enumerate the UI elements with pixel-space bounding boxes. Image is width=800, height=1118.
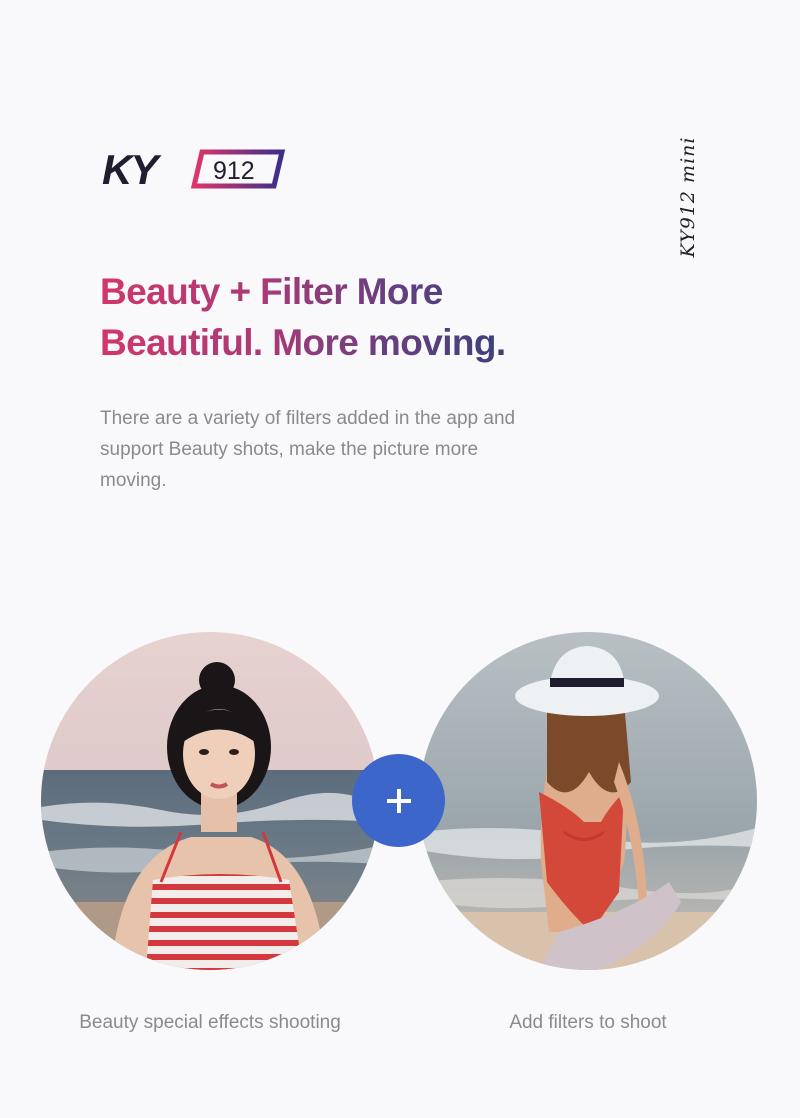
woman-sun-hat-beach-photo [419, 632, 757, 970]
page-headline: Beauty + Filter More Beautiful. More mov… [100, 266, 506, 368]
logo-wordmark: KY [102, 148, 162, 192]
plus-button[interactable] [352, 754, 445, 847]
logo-badge-number: 912 [213, 157, 255, 185]
brand-logo: KY 912 [102, 148, 287, 192]
caption-beauty-effects: Beauty special effects shooting [79, 1012, 341, 1033]
feature-description: There are a variety of filters added in … [100, 408, 516, 491]
plus-icon [386, 788, 411, 813]
caption-add-filters: Add filters to shoot [509, 1012, 667, 1033]
headline-line-2: Beautiful. More moving. [100, 322, 506, 363]
side-model-label: KY912 mini [677, 136, 699, 258]
headline-line-1: Beauty + Filter More [100, 271, 443, 312]
woman-striped-top-beach-photo [41, 632, 379, 970]
